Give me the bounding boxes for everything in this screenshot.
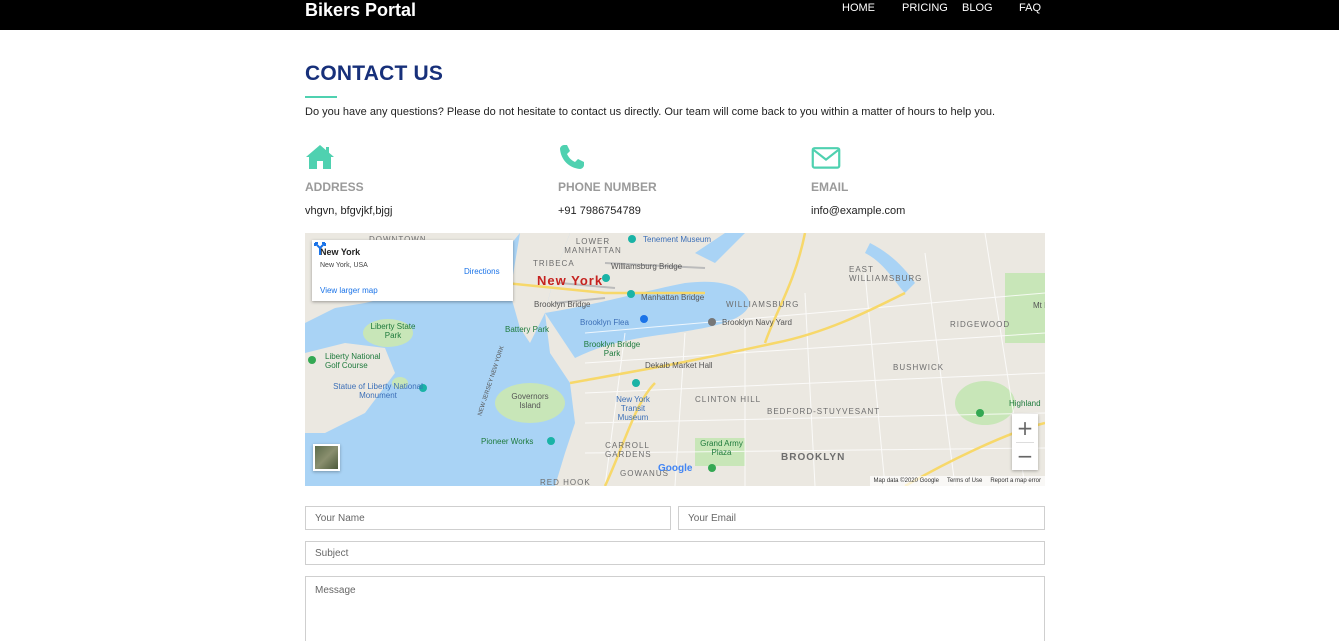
map-label-brooklyn: BROOKLYN: [781, 452, 846, 463]
phone-icon: [560, 145, 584, 169]
map-label-transit-museum: New York Transit Museum: [616, 395, 650, 422]
message-textarea[interactable]: [305, 576, 1045, 641]
brand-logo[interactable]: Bikers Portal: [305, 0, 416, 22]
phone-value: +91 7986754789: [558, 205, 641, 217]
map-label-ridgewood: RIDGEWOOD: [950, 320, 1011, 329]
map-label-dekalb: Dekalb Market Hall: [645, 361, 713, 370]
map-label-williamsburg: WILLIAMSBURG: [726, 300, 800, 309]
address-value: vhgvn, bfgvjkf,bjgj: [305, 205, 393, 217]
directions-icon[interactable]: [312, 240, 328, 256]
map-label-statue-of-liberty: Statue of Liberty National Monument: [333, 382, 423, 400]
email-input[interactable]: [678, 506, 1045, 530]
map-label-williamsburg-bridge: Williamsburg Bridge: [611, 262, 683, 271]
map-label-new-york: New York: [537, 273, 604, 288]
map-label-battery-park: Battery Park: [505, 325, 550, 334]
google-logo: Google: [658, 463, 693, 474]
map-label-pioneer-works: Pioneer Works: [481, 437, 534, 446]
home-icon: [306, 145, 334, 169]
map-footer: Map data ©2020 Google Terms of Use Repor…: [869, 476, 1045, 486]
map-label-bedford-stuyvesant: BEDFORD-STUYVESANT: [767, 407, 881, 416]
nav-link-home[interactable]: HOME: [842, 0, 875, 16]
map-label-mt-le: Mt Le: [1033, 301, 1045, 310]
map-data-credit: Map data ©2020 Google: [873, 478, 939, 484]
phone-block: PHONE NUMBER +91 7986754789: [558, 143, 798, 217]
map-label-governors-island: Governors Island: [511, 392, 549, 410]
name-input[interactable]: [305, 506, 671, 530]
zoom-controls: + −: [1012, 414, 1038, 470]
email-label: EMAIL: [811, 180, 849, 194]
map-label-highland: Highland: [1009, 399, 1041, 408]
map-label-brooklyn-bridge: Brooklyn Bridge: [534, 300, 591, 309]
directions-link[interactable]: Directions: [464, 267, 500, 276]
address-block: ADDRESS vhgvn, bfgvjkf,bjgj: [305, 143, 545, 217]
map-label-brooklyn-bridge-park: Brooklyn Bridge Park: [583, 340, 641, 358]
nav-link-faq[interactable]: FAQ: [1019, 0, 1041, 16]
address-label: ADDRESS: [305, 180, 364, 194]
map-info-card: New York New York, USA Directions View l…: [312, 240, 513, 301]
terms-of-use-link[interactable]: Terms of Use: [947, 478, 982, 484]
email-value: info@example.com: [811, 205, 906, 217]
map-card-subtitle: New York, USA: [320, 262, 368, 269]
map-label-tribeca: TRIBECA: [533, 259, 575, 268]
nav-link-pricing[interactable]: PRICING: [902, 0, 948, 16]
report-map-error-link[interactable]: Report a map error: [990, 478, 1041, 484]
map-label-red-hook: RED HOOK: [540, 478, 591, 486]
satellite-view-toggle[interactable]: [313, 444, 340, 471]
email-block: EMAIL info@example.com: [811, 143, 1051, 217]
map-label-manhattan-bridge: Manhattan Bridge: [641, 293, 705, 302]
view-larger-map-link[interactable]: View larger map: [320, 286, 378, 295]
map-label-carroll-gardens: CARROLL GARDENS: [605, 441, 652, 459]
map-label-brooklyn-flea: Brooklyn Flea: [580, 318, 629, 327]
zoom-in-button[interactable]: +: [1012, 414, 1038, 442]
envelope-icon: [811, 147, 841, 169]
nav-link-blog[interactable]: BLOG: [962, 0, 993, 16]
title-underline: [305, 96, 337, 98]
map-label-liberty-national: Liberty National Golf Course: [325, 352, 381, 370]
map-label-east-williamsburg: EAST WILLIAMSBURG: [849, 265, 923, 283]
map-label-clinton-hill: CLINTON HILL: [695, 395, 762, 404]
map-label-brooklyn-navy-yard: Brooklyn Navy Yard: [722, 318, 792, 327]
map-label-bushwick: BUSHWICK: [893, 363, 945, 372]
embedded-map[interactable]: DOWNTOWN TRIBECA LOWER MANHATTAN Tenemen…: [305, 233, 1045, 486]
map-label-liberty-state-park: Liberty State Park: [370, 322, 416, 340]
top-navbar: Bikers Portal HOME PRICING BLOG FAQ: [0, 0, 1339, 30]
map-label-grand-army-plaza: Grand Army Plaza: [700, 439, 743, 457]
map-label-tenement: Tenement Museum: [643, 235, 712, 244]
page-title: CONTACT US: [305, 62, 444, 85]
intro-text: Do you have any questions? Please do not…: [305, 106, 996, 118]
map-label-lower-manhattan: LOWER MANHATTAN: [564, 237, 622, 255]
phone-label: PHONE NUMBER: [558, 180, 657, 194]
subject-input[interactable]: [305, 541, 1045, 565]
zoom-out-button[interactable]: −: [1012, 442, 1038, 470]
